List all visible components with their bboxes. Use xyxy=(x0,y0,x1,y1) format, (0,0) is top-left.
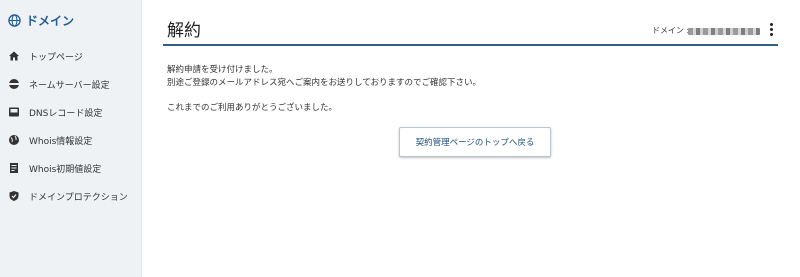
whois-globe-icon xyxy=(8,134,20,146)
sidebar-item-domain-protection[interactable]: ドメインプロテクション xyxy=(8,187,128,205)
message-thanks: これまでのご利用ありがとうございました。 xyxy=(167,103,338,113)
message-email-notice: 別途ご登録のメールアドレス宛へご案内をお送りしておりますのでご確認下さい。 xyxy=(167,78,481,88)
sidebar-item-label: Whois初期値設定 xyxy=(29,164,102,175)
sidebar-item-label: ドメインプロテクション xyxy=(29,192,128,203)
main-content: 解約 ドメイン : 解約申請を受け付けました。 別途ご登録のメールアドレス宛へご… xyxy=(142,0,800,277)
home-icon xyxy=(8,50,20,62)
globe-icon xyxy=(8,13,21,27)
page-title: 解約 xyxy=(167,21,201,41)
sidebar-item-whois-info[interactable]: Whois情報設定 xyxy=(8,131,92,149)
sidebar-title: ドメイン xyxy=(26,13,75,28)
sidebar: ドメイン トップページ ネームサーバー設定 DNSレコード設定 Whois情報設… xyxy=(0,0,142,277)
sidebar-item-whois-default[interactable]: Whois初期値設定 xyxy=(8,159,101,177)
sidebar-item-label: DNSレコード設定 xyxy=(29,108,103,119)
dns-record-icon xyxy=(8,106,20,118)
whois-document-icon xyxy=(8,162,20,174)
sidebar-item-label: ネームサーバー設定 xyxy=(29,80,110,91)
sidebar-item-top-page[interactable]: トップページ xyxy=(8,47,83,65)
sidebar-item-nameserver[interactable]: ネームサーバー設定 xyxy=(8,75,110,93)
sidebar-item-label: トップページ xyxy=(29,52,83,63)
back-to-top-button[interactable]: 契約管理ページのトップへ戻る xyxy=(399,127,551,157)
more-options-icon[interactable] xyxy=(768,22,774,38)
redacted-domain-name xyxy=(688,28,760,35)
sidebar-brand[interactable]: ドメイン xyxy=(8,11,74,29)
shield-icon xyxy=(8,190,20,202)
sidebar-item-dns-record[interactable]: DNSレコード設定 xyxy=(8,103,102,121)
message-accepted: 解約申請を受け付けました。 xyxy=(167,65,278,75)
nameserver-icon xyxy=(8,78,20,90)
title-divider xyxy=(163,44,778,46)
sidebar-item-label: Whois情報設定 xyxy=(29,136,93,147)
domain-label: ドメイン : xyxy=(652,26,690,35)
